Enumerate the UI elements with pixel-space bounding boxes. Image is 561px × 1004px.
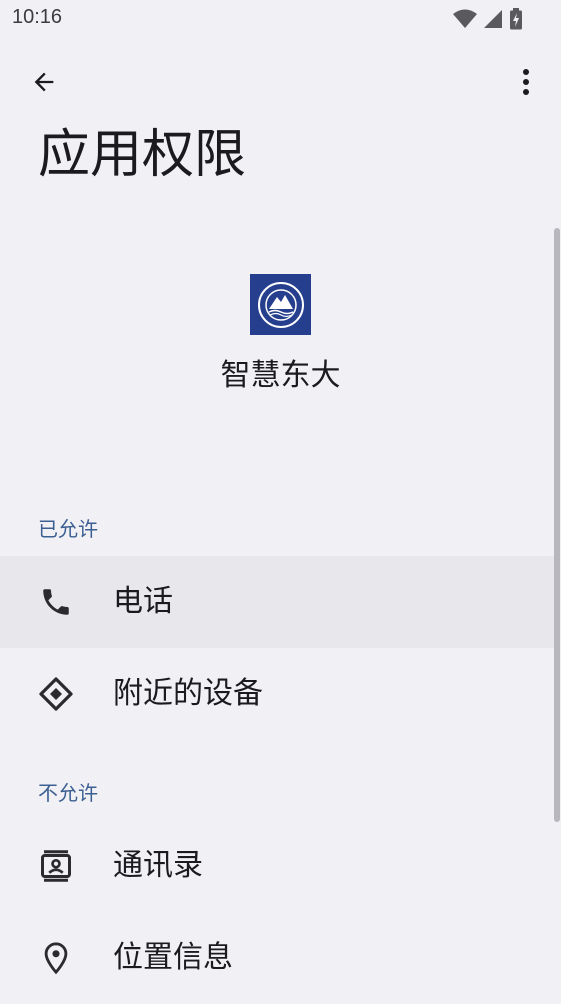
permission-row-contacts[interactable]: 通讯录 [0, 820, 554, 912]
permission-label-phone: 电话 [113, 584, 173, 619]
signal-icon [484, 10, 502, 28]
perm-icon-wrapper [36, 846, 76, 886]
page-title: 应用权限 [38, 125, 247, 185]
contacts-icon [41, 850, 71, 882]
wifi-icon [453, 9, 477, 28]
permission-label-nearby-devices: 附近的设备 [113, 676, 263, 711]
permission-row-location[interactable]: 位置信息 [0, 912, 554, 1004]
nearby-devices-icon [39, 677, 73, 711]
arrow-back-icon [34, 72, 54, 92]
status-bar: 10:16 [0, 0, 561, 38]
university-logo-icon [257, 281, 304, 328]
permission-row-phone[interactable]: 电话 [0, 556, 554, 648]
app-icon [250, 274, 311, 335]
more-options-button[interactable] [506, 62, 546, 102]
battery-charging-icon [510, 8, 522, 30]
more-vert-icon [523, 69, 529, 95]
permission-label-location: 位置信息 [113, 940, 233, 975]
phone-icon [43, 589, 69, 615]
location-icon [44, 942, 68, 975]
perm-icon-wrapper [36, 674, 76, 714]
perm-icon-wrapper [36, 938, 76, 978]
back-button[interactable] [24, 62, 64, 102]
app-name: 智慧东大 [220, 358, 341, 393]
status-icons [453, 8, 523, 30]
perm-icon-wrapper [36, 582, 76, 622]
scrollbar[interactable] [554, 228, 560, 822]
section-header-denied: 不允许 [38, 781, 98, 805]
status-time: 10:16 [12, 6, 63, 28]
section-header-allowed: 已允许 [38, 517, 98, 541]
permission-label-contacts: 通讯录 [113, 848, 203, 883]
permission-row-nearby-devices[interactable]: 附近的设备 [0, 648, 554, 740]
